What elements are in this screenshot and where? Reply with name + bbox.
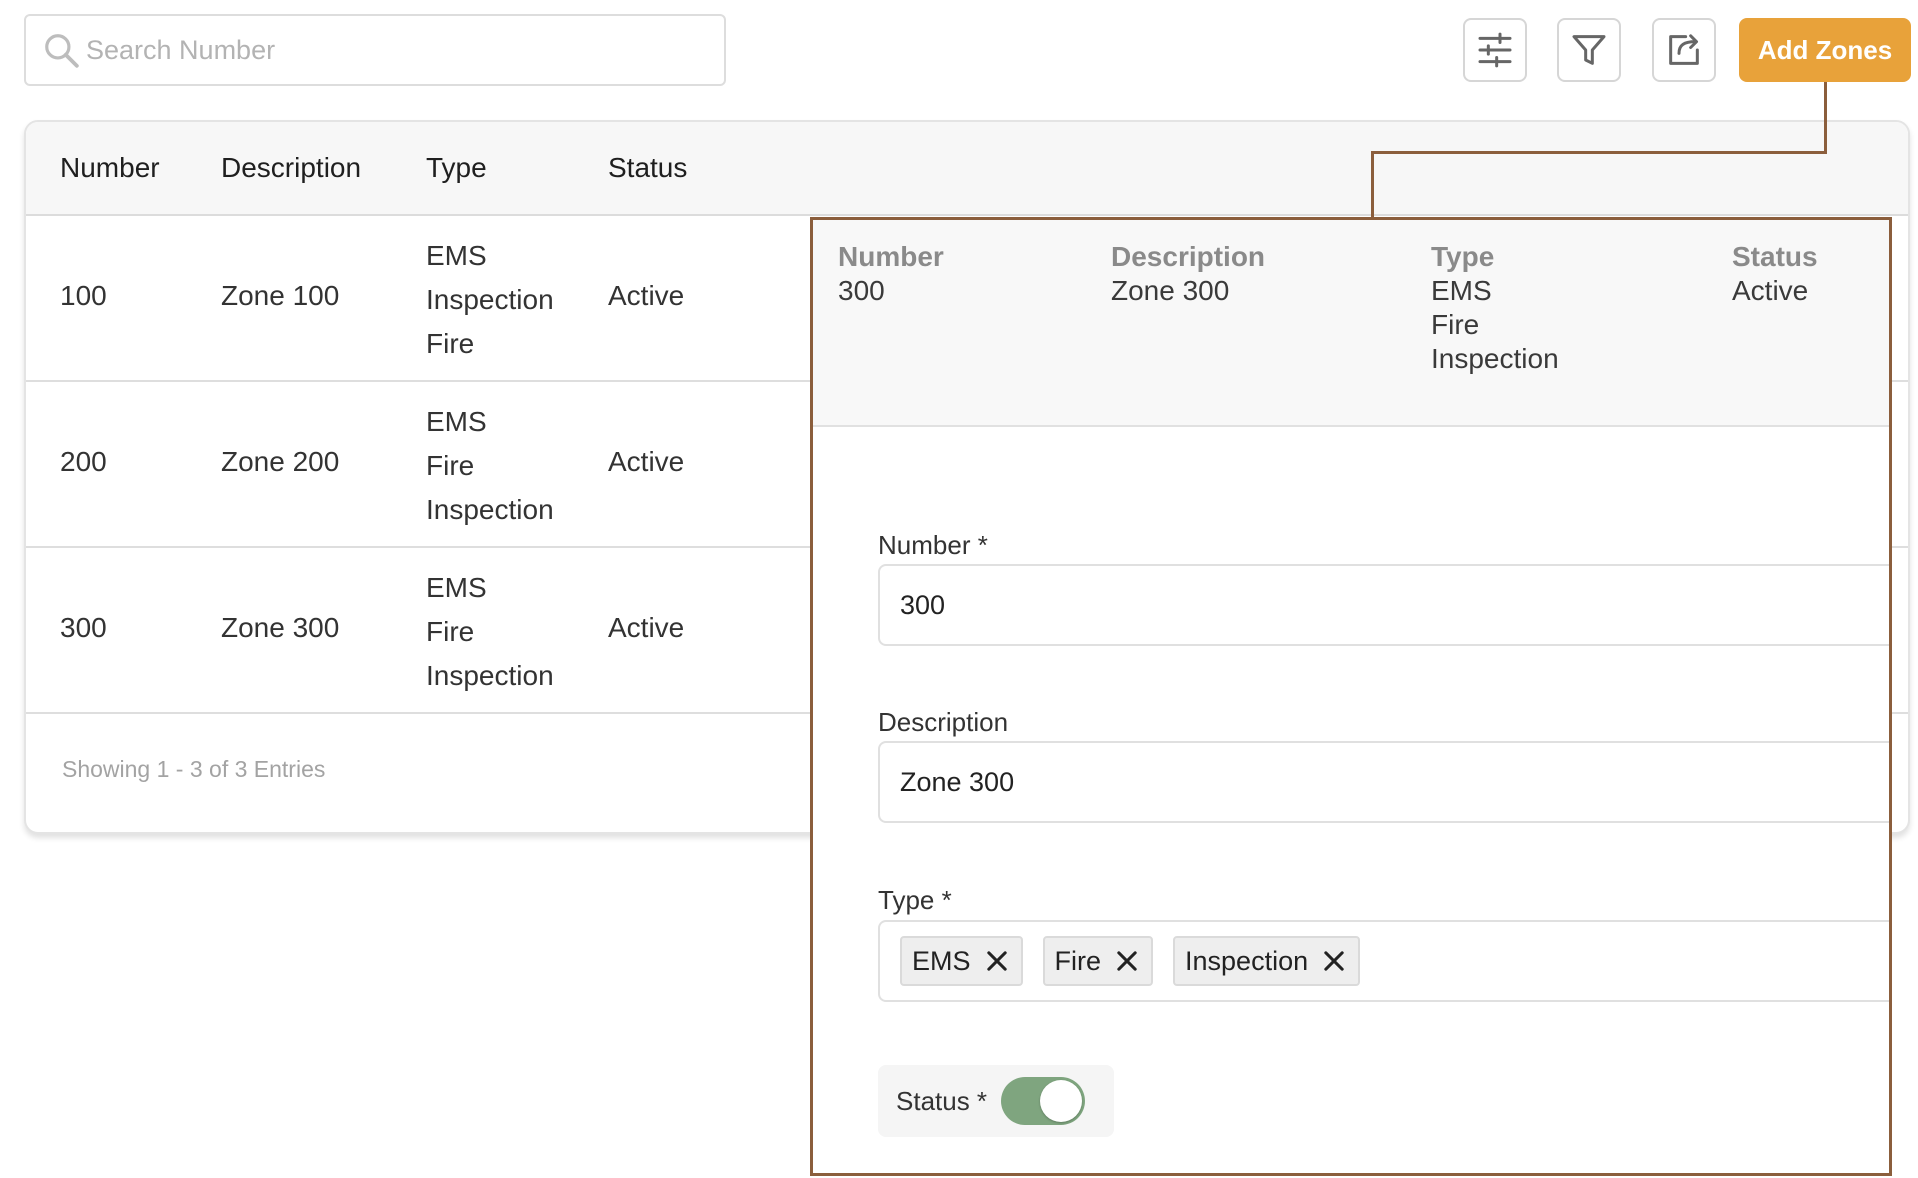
cell-status: Active (608, 612, 685, 643)
export-icon (1669, 34, 1699, 65)
cell-number: 100 (60, 280, 107, 311)
status-toggle[interactable] (1001, 1077, 1086, 1125)
cell-types: EMS Inspection Fire (426, 234, 554, 366)
header-description[interactable]: Description (221, 152, 361, 184)
search-icon (45, 34, 79, 68)
cell-description: Zone 300 (221, 612, 340, 643)
search-input[interactable] (86, 34, 686, 66)
type-chip: Inspection (1173, 936, 1361, 986)
column-settings-button[interactable] (1463, 18, 1527, 82)
cell-types: EMS Fire Inspection (426, 566, 554, 698)
type-chip: EMS (900, 936, 1023, 986)
status-field: Status * (878, 1065, 1114, 1137)
description-field[interactable] (878, 741, 1889, 823)
type-item: Fire (426, 328, 475, 359)
connector-line (1371, 151, 1374, 219)
summary-type-value: EMS (1431, 275, 1492, 306)
chip-label: EMS (912, 945, 971, 976)
type-item: EMS (426, 406, 487, 437)
add-zones-button[interactable]: Add Zones (1739, 18, 1911, 82)
type-item: EMS (426, 240, 487, 271)
summary-description: Description Zone 300 (1111, 240, 1265, 308)
summary-number: Number 300 (838, 240, 944, 308)
summary-type: Type EMS Fire Inspection (1431, 240, 1559, 376)
type-chip: Fire (1042, 936, 1154, 986)
type-item: Fire (426, 450, 475, 481)
chip-label: Fire (1054, 945, 1102, 976)
summary-type-label: Type (1431, 241, 1495, 272)
table-header: Number Description Type Status (26, 122, 1908, 216)
pagination-summary: Showing 1 - 3 of 3 Entries (62, 756, 326, 782)
zone-detail-panel: Number 300 Description Zone 300 Type EMS… (810, 217, 1892, 1176)
header-type[interactable]: Type (426, 152, 487, 184)
cell-status: Active (608, 280, 685, 311)
summary-number-value: 300 (838, 275, 885, 306)
cell-status: Active (608, 446, 685, 477)
summary-status: Status Active (1732, 240, 1818, 308)
summary-status-label: Status (1732, 241, 1818, 272)
cell-number: 200 (60, 446, 107, 477)
zone-summary: Number 300 Description Zone 300 Type EMS… (813, 220, 1889, 427)
close-icon[interactable] (1320, 947, 1348, 975)
cell-description: Zone 200 (221, 446, 340, 477)
cell-number: 300 (60, 612, 107, 643)
description-field-label: Description (878, 707, 1009, 737)
filter-button[interactable] (1557, 18, 1621, 82)
summary-description-label: Description (1111, 241, 1266, 272)
type-item: EMS (426, 572, 487, 603)
search-box[interactable] (24, 14, 726, 86)
type-item: Inspection (426, 660, 554, 691)
type-field-label: Type * (878, 885, 952, 915)
export-button[interactable] (1652, 18, 1716, 82)
type-item: Inspection (426, 284, 554, 315)
summary-number-label: Number (838, 241, 944, 272)
number-field-label: Number * (878, 530, 988, 560)
type-multiselect[interactable]: EMS Fire Inspection (878, 920, 1889, 1002)
header-number[interactable]: Number (60, 152, 160, 184)
summary-status-value: Active (1732, 275, 1809, 306)
cell-description: Zone 100 (221, 280, 340, 311)
summary-description-value: Zone 300 (1111, 275, 1230, 306)
filter-icon (1572, 35, 1606, 65)
connector-line (1371, 151, 1827, 154)
chip-label: Inspection (1185, 945, 1309, 976)
number-field[interactable] (878, 564, 1889, 646)
summary-type-value: Fire (1431, 309, 1480, 340)
summary-type-value: Inspection (1431, 343, 1559, 374)
connector-line (1824, 82, 1827, 154)
status-field-label: Status * (896, 1085, 988, 1116)
cell-types: EMS Fire Inspection (426, 400, 554, 532)
close-icon[interactable] (983, 947, 1011, 975)
zones-page: Add Zones Number Description Type Status… (0, 0, 1918, 1178)
sliders-icon (1478, 32, 1512, 68)
header-status[interactable]: Status (608, 152, 687, 184)
close-icon[interactable] (1113, 947, 1141, 975)
type-item: Fire (426, 616, 475, 647)
toggle-knob (1040, 1080, 1083, 1122)
type-item: Inspection (426, 494, 554, 525)
